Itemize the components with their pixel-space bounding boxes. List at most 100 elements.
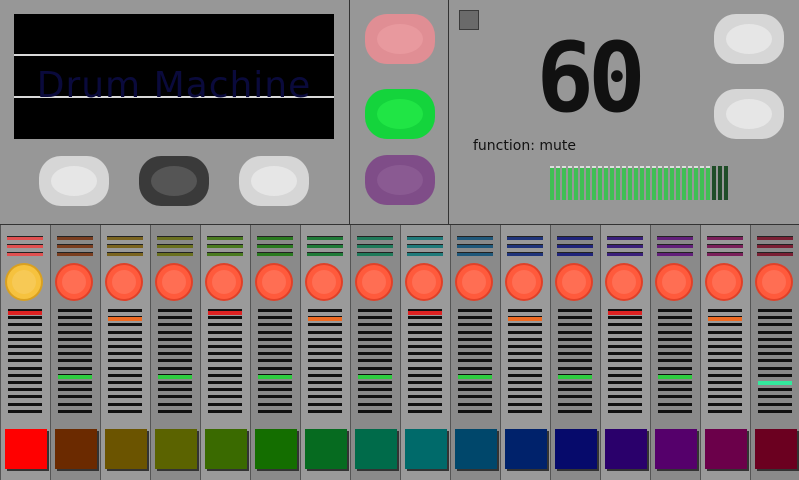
level-meter-segment <box>640 166 644 200</box>
mixer-channel-16 <box>750 225 799 480</box>
channel-fader[interactable] <box>108 309 142 415</box>
channel-fader[interactable] <box>658 309 692 415</box>
channel-knob[interactable] <box>157 265 191 299</box>
channel-knob[interactable] <box>607 265 641 299</box>
channel-trigger-pad[interactable] <box>705 429 747 469</box>
channel-knob[interactable] <box>107 265 141 299</box>
fader-level-marker[interactable] <box>358 375 392 379</box>
right-pad-button-2[interactable] <box>714 89 784 139</box>
level-meter-segment <box>688 166 692 200</box>
channel-fader[interactable] <box>508 309 542 415</box>
channel-fader[interactable] <box>608 309 642 415</box>
channel-knob[interactable] <box>57 265 91 299</box>
channel-fader[interactable] <box>758 309 792 415</box>
fader-level-marker[interactable] <box>508 317 542 321</box>
channel-trigger-pad[interactable] <box>355 429 397 469</box>
channel-header-lines <box>307 236 343 260</box>
fader-level-marker[interactable] <box>208 311 242 315</box>
channel-fader[interactable] <box>58 309 92 415</box>
channel-fader[interactable] <box>158 309 192 415</box>
fader-level-marker[interactable] <box>608 311 642 315</box>
channel-fader[interactable] <box>8 309 42 415</box>
middle-panel <box>349 0 449 224</box>
channel-trigger-pad[interactable] <box>105 429 147 469</box>
level-meter-segment <box>616 166 620 200</box>
channel-header-lines <box>407 236 443 260</box>
channel-fader[interactable] <box>358 309 392 415</box>
channel-trigger-pad[interactable] <box>5 429 47 469</box>
channel-fader[interactable] <box>208 309 242 415</box>
fader-level-marker[interactable] <box>258 375 292 379</box>
fader-level-marker[interactable] <box>408 311 442 315</box>
channel-trigger-pad[interactable] <box>555 429 597 469</box>
channel-knob[interactable] <box>707 265 741 299</box>
fader-level-marker[interactable] <box>708 317 742 321</box>
channel-trigger-pad[interactable] <box>455 429 497 469</box>
pad-button-3[interactable] <box>239 156 309 206</box>
channel-header-lines <box>7 236 43 260</box>
channel-trigger-pad[interactable] <box>605 429 647 469</box>
green-pad-button[interactable] <box>365 89 435 139</box>
channel-trigger-pad[interactable] <box>405 429 447 469</box>
level-meter-segment <box>628 166 632 200</box>
pink-pad-button[interactable] <box>365 14 435 64</box>
channel-knob[interactable] <box>307 265 341 299</box>
channel-knob[interactable] <box>207 265 241 299</box>
fader-level-marker[interactable] <box>458 375 492 379</box>
level-meter-segment <box>586 166 590 200</box>
channel-fader[interactable] <box>558 309 592 415</box>
channel-trigger-pad[interactable] <box>155 429 197 469</box>
channel-knob[interactable] <box>557 265 591 299</box>
channel-header-lines <box>207 236 243 260</box>
channel-fader[interactable] <box>408 309 442 415</box>
channel-knob[interactable] <box>507 265 541 299</box>
display-title: Drum Machine <box>36 65 312 106</box>
channel-trigger-pad[interactable] <box>305 429 347 469</box>
channel-header-lines <box>657 236 693 260</box>
pad-button-1[interactable] <box>39 156 109 206</box>
right-pad-button-1[interactable] <box>714 14 784 64</box>
channel-header-lines <box>357 236 393 260</box>
channel-trigger-pad[interactable] <box>755 429 797 469</box>
channel-knob[interactable] <box>657 265 691 299</box>
channel-trigger-pad[interactable] <box>655 429 697 469</box>
channel-header-lines <box>707 236 743 260</box>
fader-level-marker[interactable] <box>58 375 92 379</box>
level-meter-segment <box>610 166 614 200</box>
channel-trigger-pad[interactable] <box>505 429 547 469</box>
channel-header-lines <box>57 236 93 260</box>
channel-knob[interactable] <box>7 265 41 299</box>
channel-trigger-pad[interactable] <box>205 429 247 469</box>
level-meter-segment <box>724 166 728 200</box>
channel-fader[interactable] <box>258 309 292 415</box>
level-meter-segment <box>658 166 662 200</box>
fader-level-marker[interactable] <box>758 381 792 385</box>
channel-header-lines <box>107 236 143 260</box>
fader-level-marker[interactable] <box>658 375 692 379</box>
level-meter <box>550 166 728 200</box>
mixer-channel-14 <box>650 225 700 480</box>
channel-fader[interactable] <box>458 309 492 415</box>
purple-pad-button[interactable] <box>365 155 435 205</box>
channel-knob[interactable] <box>757 265 791 299</box>
channel-trigger-pad[interactable] <box>55 429 97 469</box>
channel-knob[interactable] <box>457 265 491 299</box>
channel-knob[interactable] <box>357 265 391 299</box>
fader-level-marker[interactable] <box>308 317 342 321</box>
level-meter-segment <box>670 166 674 200</box>
fader-level-marker[interactable] <box>558 375 592 379</box>
fader-level-marker[interactable] <box>108 317 142 321</box>
channel-trigger-pad[interactable] <box>255 429 297 469</box>
channel-fader[interactable] <box>308 309 342 415</box>
fader-level-marker[interactable] <box>8 311 42 315</box>
mixer-channel-1 <box>0 225 50 480</box>
channel-fader[interactable] <box>708 309 742 415</box>
channel-knob[interactable] <box>257 265 291 299</box>
channel-knob[interactable] <box>407 265 441 299</box>
menu-square-button[interactable] <box>459 10 479 30</box>
pad-button-2[interactable] <box>139 156 209 206</box>
level-meter-segment <box>592 166 596 200</box>
level-meter-segment <box>604 166 608 200</box>
fader-level-marker[interactable] <box>158 375 192 379</box>
level-meter-segment <box>712 166 716 200</box>
